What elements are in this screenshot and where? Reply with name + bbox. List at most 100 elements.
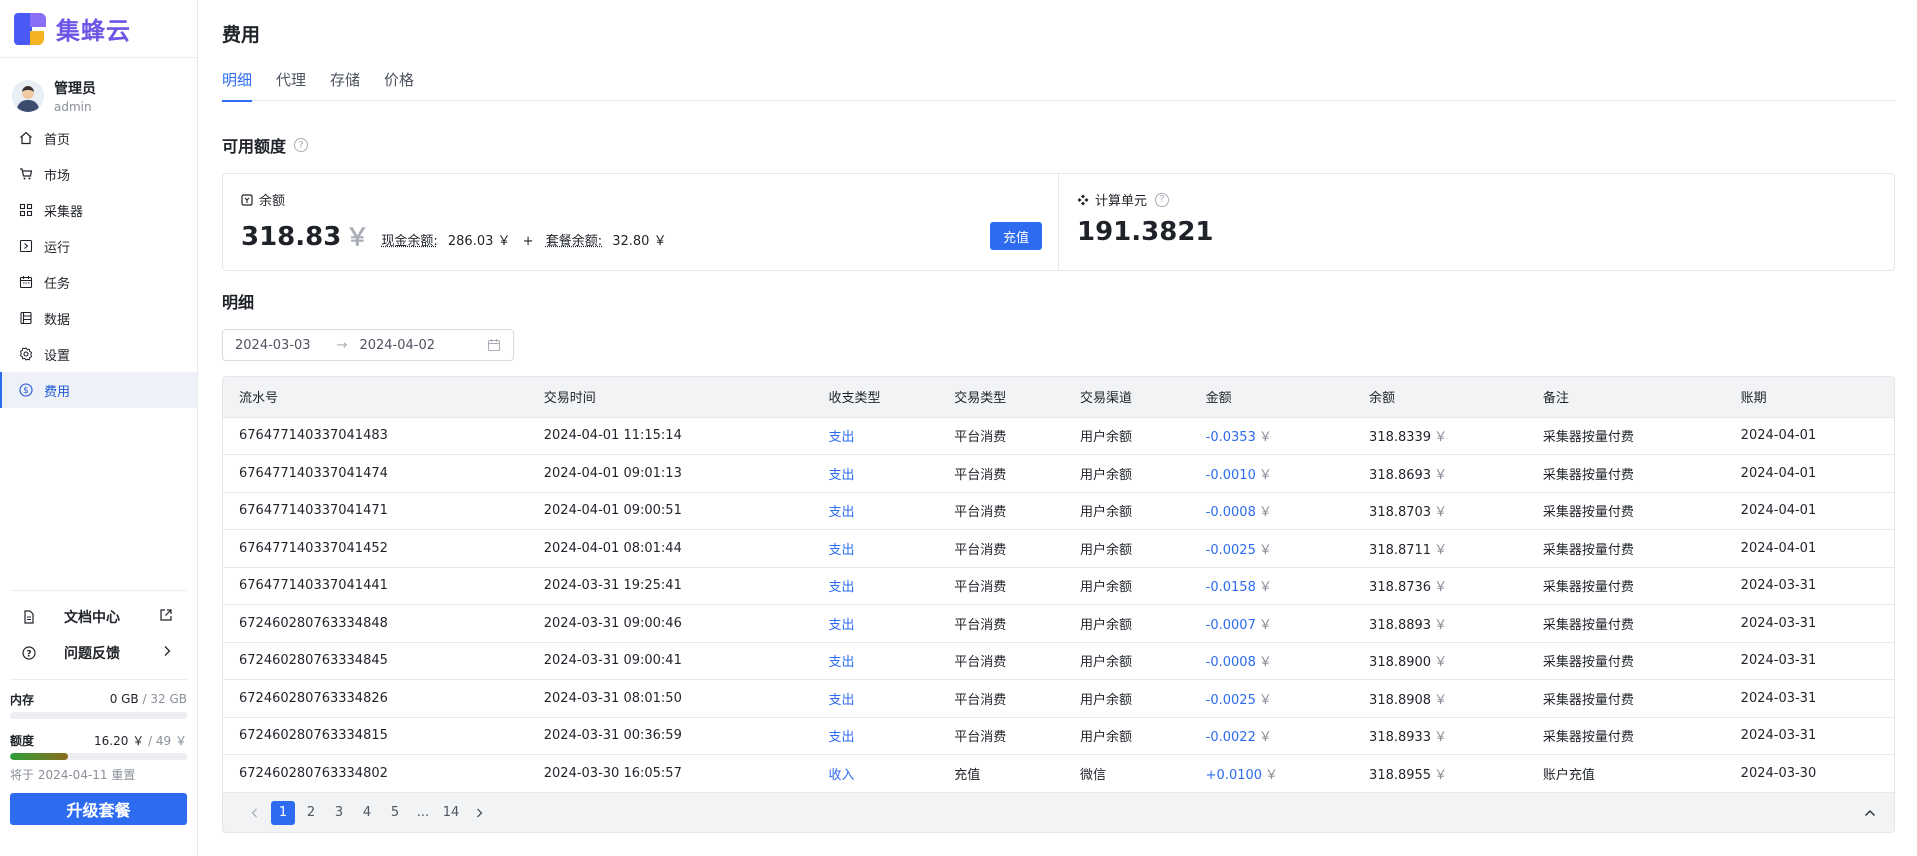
sidebar-item-0[interactable]: 首页 <box>0 120 197 156</box>
upgrade-plan-button[interactable]: 升级套餐 <box>10 793 187 825</box>
app-name: 集蜂云 <box>56 17 131 45</box>
table-row[interactable]: 676477140337041474 2024-04-01 09:01:13 支出平… <box>223 454 1894 492</box>
table-cell: 318.8893 ￥ <box>1353 604 1527 642</box>
tab-3[interactable]: 价格 <box>384 68 414 101</box>
calendar-icon[interactable] <box>487 338 501 352</box>
package-balance-value: 32.80 ￥ <box>612 234 667 249</box>
balance-value: 318.83 <box>241 222 342 252</box>
page-button[interactable]: 5 <box>383 801 407 825</box>
page-button[interactable]: 4 <box>355 801 379 825</box>
date-start[interactable]: 2024-03-03 <box>235 338 311 353</box>
date-range-picker[interactable]: 2024-03-03 → 2024-04-02 <box>222 329 514 361</box>
table-cell: 2024-04-01 11:15:14 <box>527 416 813 455</box>
table-row[interactable]: 676477140337041452 2024-04-01 08:01:44 支出平… <box>223 529 1894 567</box>
sidebar-item-1[interactable]: 市场 <box>0 156 197 192</box>
column-header: 余额 <box>1353 377 1527 417</box>
chevron-right-icon[interactable] <box>467 801 491 825</box>
cart-icon <box>18 166 34 182</box>
table-cell: 平台消费 <box>938 716 1064 755</box>
sidebar-item-5[interactable]: 数据 <box>0 300 197 336</box>
recharge-button[interactable]: 充值 <box>990 222 1042 250</box>
calendar-icon <box>18 274 34 290</box>
chevron-up-icon[interactable] <box>1864 807 1876 819</box>
column-header: 交易类型 <box>938 377 1064 417</box>
table-cell: 2024-03-31 <box>1724 716 1894 755</box>
sidebar-item-7[interactable]: $ 费用 <box>0 372 197 408</box>
chevron-right-icon <box>161 645 173 661</box>
docs-center-link[interactable]: 文档中心 <box>0 599 197 635</box>
table-row[interactable]: 672460280763334848 2024-03-31 09:00:46 支出平… <box>223 604 1894 642</box>
chevron-left-icon[interactable] <box>243 801 267 825</box>
table-cell: 用户余额 <box>1063 454 1190 492</box>
page-title: 费用 <box>222 24 261 46</box>
sidebar-item-label: 采集器 <box>44 204 84 220</box>
external-link-icon <box>159 608 173 626</box>
page-button[interactable]: 2 <box>299 801 323 825</box>
tab-0[interactable]: 明细 <box>222 68 253 102</box>
table-row[interactable]: 672460280763334815 2024-03-31 00:36:59 支出平… <box>223 716 1894 755</box>
table-cell: 318.8908 ￥ <box>1353 679 1527 717</box>
tab-1[interactable]: 代理 <box>276 68 306 101</box>
budget-total: 49 ￥ <box>155 733 187 748</box>
date-end[interactable]: 2024-04-02 <box>359 338 435 353</box>
balance-label: 余额 <box>259 194 286 209</box>
table-cell: 支出 <box>812 529 939 567</box>
dollar-icon: $ <box>18 382 34 398</box>
compute-units-panel: 计算单元 ? 191.3821 <box>1058 174 1894 270</box>
table-cell: 支出 <box>812 604 939 642</box>
table-cell: 672460280763334848 <box>223 604 528 642</box>
table-cell: 用户余额 <box>1063 491 1190 530</box>
page-button[interactable]: 3 <box>327 801 351 825</box>
wallet-icon <box>241 193 253 206</box>
home-icon <box>18 130 34 146</box>
memory-progress <box>10 712 187 719</box>
sidebar-item-4[interactable]: 任务 <box>0 264 197 300</box>
table-cell: 2024-03-31 <box>1724 566 1894 605</box>
sidebar-item-6[interactable]: 设置 <box>0 336 197 372</box>
table-cell: 2024-03-31 19:25:41 <box>527 566 813 605</box>
table-cell: 支出 <box>812 454 939 492</box>
table-cell: 用户余额 <box>1063 716 1190 755</box>
table-cell: 用户余额 <box>1063 529 1190 567</box>
table-cell: 采集器按量付费 <box>1526 416 1725 455</box>
docs-center-label: 文档中心 <box>64 610 120 626</box>
page-button[interactable]: 14 <box>439 801 463 825</box>
table-cell: 平台消费 <box>938 454 1064 492</box>
table-cell: -0.0008 ￥ <box>1189 491 1354 530</box>
table-cell: 采集器按量付费 <box>1526 529 1725 567</box>
question-icon: ? <box>22 646 38 660</box>
sidebar-item-3[interactable]: 运行 <box>0 228 197 264</box>
user-info[interactable]: 管理员 admin <box>0 58 197 118</box>
svg-text:?: ? <box>26 650 31 660</box>
table-cell: 用户余额 <box>1063 604 1190 642</box>
help-icon[interactable]: ? <box>294 138 309 152</box>
table-row[interactable]: 676477140337041441 2024-03-31 19:25:41 支出平… <box>223 566 1894 605</box>
table-row[interactable]: 672460280763334826 2024-03-31 08:01:50 支出平… <box>223 679 1894 717</box>
sidebar-item-2[interactable]: 采集器 <box>0 192 197 228</box>
table-row[interactable]: 676477140337041471 2024-04-01 09:00:51 支出平… <box>223 491 1894 530</box>
table-cell: 2024-04-01 08:01:44 <box>527 529 813 567</box>
table-cell: 2024-03-31 08:01:50 <box>527 679 813 717</box>
table-cell: 2024-04-01 <box>1724 454 1894 492</box>
table-cell: 676477140337041471 <box>223 491 528 530</box>
main-content: 费用 明细代理存储价格 可用额度 ? 余额 318.83 ￥ 现金余额: <box>198 0 1917 856</box>
page-button[interactable]: ... <box>411 801 435 825</box>
table-cell: 采集器按量付费 <box>1526 454 1725 492</box>
page-button[interactable]: 1 <box>271 800 295 825</box>
table-cell: 采集器按量付费 <box>1526 604 1725 642</box>
details-title: 明细 <box>222 293 255 312</box>
table-row[interactable]: 672460280763334845 2024-03-31 09:00:41 支出平… <box>223 641 1894 680</box>
table-cell: 平台消费 <box>938 604 1064 642</box>
table-row[interactable]: 676477140337041483 2024-04-01 11:15:14 支出平… <box>223 416 1894 455</box>
table-cell: 318.8736 ￥ <box>1353 566 1527 605</box>
tab-2[interactable]: 存储 <box>330 68 360 101</box>
logo[interactable]: 集蜂云 <box>0 0 197 58</box>
pagination: 1 2 3 4 5... 14 <box>223 792 1894 832</box>
table-cell: 2024-04-01 09:01:13 <box>527 454 813 492</box>
feedback-link[interactable]: ? 问题反馈 <box>0 635 197 671</box>
sidebar-item-label: 首页 <box>44 132 71 148</box>
help-icon[interactable]: ? <box>1155 192 1170 207</box>
table-row[interactable]: 672460280763334802 2024-03-30 16:05:57 收入充… <box>223 754 1894 792</box>
arrow-right-icon: → <box>336 337 348 353</box>
table-cell: 672460280763334815 <box>223 716 528 755</box>
